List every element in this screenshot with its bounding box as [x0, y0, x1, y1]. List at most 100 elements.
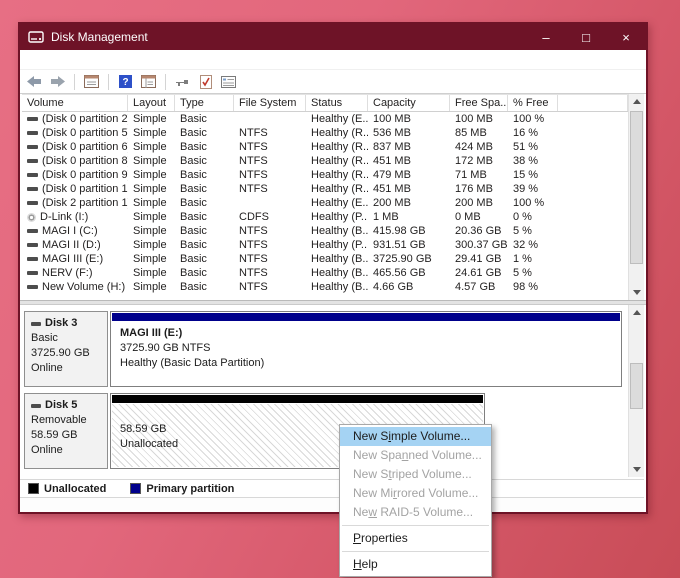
volume-icon [27, 159, 38, 163]
minimize-button[interactable]: – [526, 24, 566, 50]
status-cell: Healthy (R... [311, 141, 368, 153]
volume-icon [27, 187, 38, 191]
app-icon [28, 31, 44, 43]
table-row[interactable]: (Disk 2 partition 1) Simple Basic Health… [22, 196, 628, 210]
layout-cell: Simple [133, 267, 167, 279]
type-cell: Basic [180, 197, 207, 209]
pct-free-cell: 16 % [513, 127, 539, 139]
disk-pane-vertical-scrollbar[interactable] [628, 305, 644, 477]
context-menu-item[interactable]: New Mirrored Volume... [340, 484, 491, 503]
capacity-cell: 837 MB [373, 141, 411, 153]
scroll-down-arrow-icon[interactable] [629, 285, 645, 300]
scrollbar-thumb[interactable] [630, 111, 643, 264]
disk-icon [31, 321, 41, 326]
file-system-cell [234, 196, 306, 210]
table-row[interactable]: (Disk 0 partition 2) Simple Basic Health… [22, 112, 628, 126]
column-header-volume[interactable]: Volume [22, 95, 128, 111]
table-row[interactable]: (Disk 0 partition 9) Simple Basic NTFS H… [22, 168, 628, 182]
status-cell: Healthy (B... [311, 267, 368, 279]
close-button[interactable]: × [606, 24, 646, 50]
volume-name: D-Link (I:) [40, 211, 89, 223]
properties-icon[interactable] [220, 74, 237, 90]
table-row[interactable]: New Volume (H:) Simple Basic NTFS Health… [22, 280, 628, 294]
capacity-cell: 200 MB [373, 197, 411, 209]
layout-cell: Simple [133, 127, 167, 139]
column-header-free-space[interactable]: Free Spa... [450, 95, 508, 111]
free-space-cell: 100 MB [455, 113, 493, 125]
table-row[interactable]: MAGI III (E:) Simple Basic NTFS Healthy … [22, 252, 628, 266]
pct-free-cell: 15 % [513, 169, 539, 181]
menu-item[interactable] [80, 58, 100, 62]
column-header-capacity[interactable]: Capacity [368, 95, 450, 111]
menu-item[interactable] [20, 58, 40, 62]
scrollbar-thumb[interactable] [630, 363, 643, 409]
pct-free-cell: 100 % [513, 113, 545, 125]
back-icon[interactable] [26, 74, 43, 90]
scroll-up-arrow-icon[interactable] [629, 94, 645, 109]
pct-free-cell: 98 % [513, 281, 539, 293]
checklist-icon[interactable] [197, 74, 214, 90]
menu-item[interactable] [40, 58, 60, 62]
layout-cell: Simple [133, 141, 167, 153]
table-row[interactable]: MAGI I (C:) Simple Basic NTFS Healthy (B… [22, 224, 628, 238]
volume-name: MAGI III (E:) [42, 253, 104, 265]
disk3-partition-box[interactable]: MAGI III (E:) 3725.90 GB NTFS Healthy (B… [110, 311, 622, 387]
table-row[interactable]: NERV (F:) Simple Basic NTFS Healthy (B..… [22, 266, 628, 280]
titlebar: Disk Management – □ × [20, 24, 646, 50]
disk5-header[interactable]: Disk 5 Removable 58.59 GB Online [24, 393, 108, 469]
free-space-cell: 24.61 GB [455, 267, 502, 279]
file-system-cell: NTFS [239, 169, 268, 181]
type-cell: Basic [180, 183, 207, 195]
table-vertical-scrollbar[interactable] [628, 94, 644, 300]
volume-name: MAGI I (C:) [42, 225, 98, 237]
table-row[interactable]: (Disk 0 partition 8) Simple Basic NTFS H… [22, 154, 628, 168]
volume-icon [27, 285, 38, 289]
pct-free-cell: 32 % [513, 239, 539, 251]
capacity-cell: 536 MB [373, 127, 411, 139]
legend-item: Primary partition [130, 483, 234, 495]
context-menu-item[interactable]: New Striped Volume... [340, 465, 491, 484]
context-menu-item[interactable]: New Spanned Volume... [340, 446, 491, 465]
tools-icon[interactable] [174, 74, 191, 90]
volume-icon [27, 145, 38, 149]
layout-cell: Simple [133, 197, 167, 209]
menubar [20, 50, 646, 70]
column-header-status[interactable]: Status [306, 95, 368, 111]
context-menu-item[interactable]: Properties [340, 529, 491, 548]
context-menu-item[interactable]: Help [340, 555, 491, 574]
help-icon[interactable]: ? [117, 74, 134, 90]
forward-icon[interactable] [49, 74, 66, 90]
volume-name: (Disk 0 partition 10) [42, 183, 128, 195]
scroll-down-arrow-icon[interactable] [629, 462, 645, 477]
column-header-pct-free[interactable]: % Free [508, 95, 558, 111]
table-row[interactable]: MAGI II (D:) Simple Basic NTFS Healthy (… [22, 238, 628, 252]
layout-cell: Simple [133, 211, 167, 223]
column-header-file-system[interactable]: File System [234, 95, 306, 111]
context-menu-item[interactable]: New Simple Volume... [340, 427, 491, 446]
menu-item[interactable] [60, 58, 80, 62]
disk-name: Disk 5 [45, 399, 78, 411]
disk3-header[interactable]: Disk 3 Basic 3725.90 GB Online [24, 311, 108, 387]
context-menu-item[interactable]: New RAID-5 Volume... [340, 503, 491, 522]
free-space-cell: 20.36 GB [455, 225, 502, 237]
file-system-cell: NTFS [239, 239, 268, 251]
type-cell: Basic [180, 211, 207, 223]
column-header-filler [558, 95, 628, 111]
column-header-layout[interactable]: Layout [128, 95, 175, 111]
table-row[interactable]: (Disk 0 partition 5) Simple Basic NTFS H… [22, 126, 628, 140]
table-row[interactable]: D-Link (I:) Simple Basic CDFS Healthy (P… [22, 210, 628, 224]
free-space-cell: 200 MB [455, 197, 493, 209]
column-header-type[interactable]: Type [175, 95, 234, 111]
status-bar [20, 497, 644, 512]
toolbar-separator [165, 73, 166, 90]
context-menu: New Simple Volume... New Spanned Volume..… [339, 424, 492, 577]
table-row[interactable]: (Disk 0 partition 10) Simple Basic NTFS … [22, 182, 628, 196]
maximize-button[interactable]: □ [566, 24, 606, 50]
layout-cell: Simple [133, 113, 167, 125]
scroll-up-arrow-icon[interactable] [629, 305, 645, 320]
console-tree-icon[interactable] [140, 74, 157, 90]
table-row[interactable]: (Disk 0 partition 6) Simple Basic NTFS H… [22, 140, 628, 154]
console-window-icon[interactable] [83, 74, 100, 90]
type-cell: Basic [180, 239, 207, 251]
capacity-cell: 465.56 GB [373, 267, 426, 279]
